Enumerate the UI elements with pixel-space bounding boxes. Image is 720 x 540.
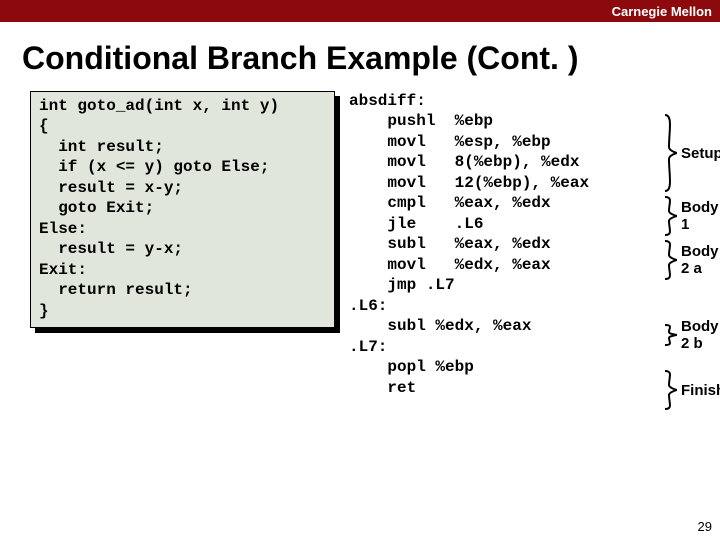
brace-icon <box>663 113 677 193</box>
brace-icon <box>663 195 677 237</box>
label-finish: Finish <box>663 369 720 411</box>
label-text: Body 1 <box>677 199 720 233</box>
brace-icon <box>663 369 677 411</box>
brand-text: Carnegie Mellon <box>612 4 712 19</box>
section-labels: Setup Body 1 Body 2 a <box>663 91 720 413</box>
spacer <box>663 283 720 323</box>
label-setup: Setup <box>663 113 720 193</box>
label-text: Setup <box>677 145 720 162</box>
label-text: Finish <box>677 382 720 399</box>
label-body2a: Body 2 a <box>663 239 720 281</box>
label-body1: Body 1 <box>663 195 720 237</box>
top-bar: Carnegie Mellon <box>0 0 720 22</box>
label-text: Body 2 a <box>677 243 720 277</box>
brace-icon <box>663 239 677 281</box>
label-body2b: Body 2 b <box>663 323 720 347</box>
brace-icon <box>663 323 677 347</box>
assembly-code: absdiff: pushl %ebp movl %esp, %ebp movl… <box>349 91 649 398</box>
page-number: 29 <box>698 519 712 534</box>
c-code: int goto_ad(int x, int y) { int result; … <box>30 91 335 328</box>
slide-title: Conditional Branch Example (Cont. ) <box>22 40 720 77</box>
spacer <box>663 349 720 369</box>
content-area: int goto_ad(int x, int y) { int result; … <box>0 91 720 413</box>
c-code-box: int goto_ad(int x, int y) { int result; … <box>30 91 335 328</box>
label-text: Body 2 b <box>677 318 720 352</box>
